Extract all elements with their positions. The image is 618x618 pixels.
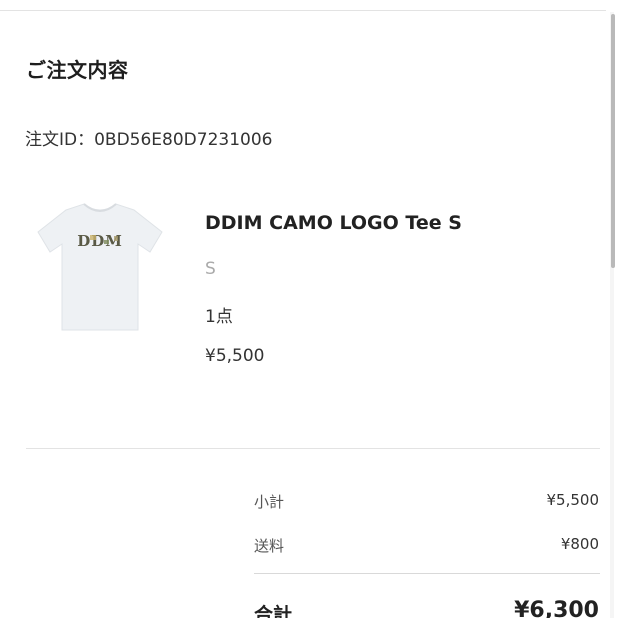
summary-divider: [254, 573, 600, 574]
product-quantity: 1点: [205, 307, 233, 327]
subtotal-value: ¥5,500: [546, 491, 600, 509]
order-details-screen: ご注文内容 注文ID：0BD56E80D7231006 DDM DDIM CAM…: [0, 0, 618, 618]
product-name[interactable]: DDIM CAMO LOGO Tee S: [205, 212, 462, 234]
product-price: ¥5,500: [205, 346, 265, 366]
shipping-label: 送料: [254, 537, 285, 555]
page-title: ご注文内容: [26, 58, 129, 82]
scrollbar-thumb[interactable]: [611, 14, 615, 268]
subtotal-label: 小計: [254, 493, 285, 511]
total-value: ¥6,300: [514, 598, 599, 618]
shipping-value: ¥800: [560, 535, 599, 553]
order-id-text: 注文ID：0BD56E80D7231006: [25, 130, 273, 150]
product-image[interactable]: DDM: [26, 196, 174, 336]
top-divider: [0, 10, 606, 11]
total-label: 合計: [254, 604, 293, 618]
section-divider: [26, 448, 600, 449]
tshirt-image-icon: DDM: [37, 203, 163, 331]
product-variant: S: [205, 259, 216, 279]
